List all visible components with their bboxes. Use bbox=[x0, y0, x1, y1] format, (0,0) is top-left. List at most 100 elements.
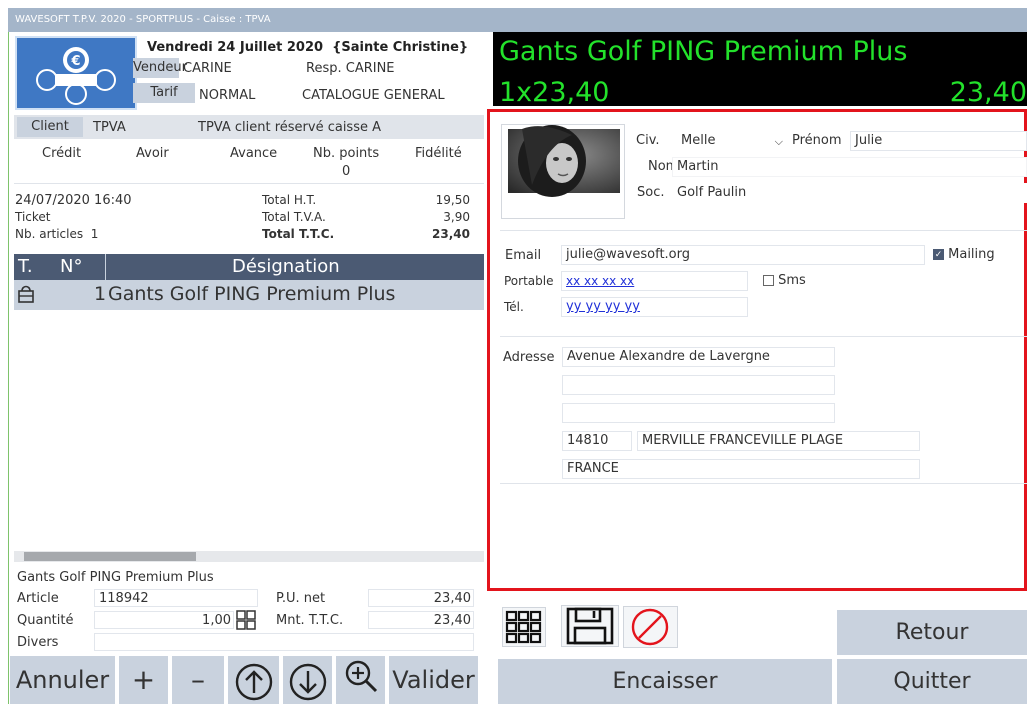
adresse1-field[interactable]: Avenue Alexandre de Lavergne bbox=[562, 347, 835, 367]
prenom-label: Prénom bbox=[792, 133, 842, 148]
vendeur-value[interactable]: CARINE bbox=[183, 61, 232, 76]
keypad-icon[interactable] bbox=[236, 610, 256, 634]
horizontal-scrollbar[interactable] bbox=[14, 551, 484, 562]
catalogue-value: CATALOGUE GENERAL bbox=[302, 88, 445, 103]
civ-label: Civ. bbox=[636, 133, 660, 148]
valider-button[interactable]: Valider bbox=[389, 656, 478, 704]
adresse3-field[interactable] bbox=[562, 403, 835, 423]
points-value: 0 bbox=[342, 164, 351, 179]
checkbox-checked-icon: ✓ bbox=[933, 249, 944, 260]
total-ttc-label: Total T.T.C. bbox=[262, 227, 335, 241]
col-type: T. bbox=[18, 256, 33, 277]
tel-label: Tél. bbox=[504, 300, 524, 314]
current-date: Vendredi 24 Juillet 2020 {Sainte Christi… bbox=[147, 40, 469, 55]
avoir-header: Avoir bbox=[136, 146, 169, 161]
total-ht-value: 19,50 bbox=[435, 193, 470, 207]
arrow-up-button[interactable] bbox=[228, 656, 279, 704]
portrait-photo-icon bbox=[508, 125, 620, 197]
fidelite-header: Fidélité bbox=[415, 146, 462, 161]
grid-view-button[interactable] bbox=[502, 607, 546, 647]
client-label: Client bbox=[17, 117, 83, 137]
resp-label: Resp. CARINE bbox=[306, 61, 395, 76]
ville-field[interactable]: MERVILLE FRANCEVILLE PLAGE bbox=[637, 431, 920, 451]
divider bbox=[14, 183, 484, 184]
detail-designation: Gants Golf PING Premium Plus bbox=[17, 570, 214, 585]
tel-field[interactable]: yy yy yy yy bbox=[561, 297, 748, 317]
minus-button[interactable]: – bbox=[172, 656, 224, 704]
checkbox-icon bbox=[763, 275, 774, 286]
sms-label: Sms bbox=[778, 273, 806, 288]
quitter-button[interactable]: Quitter bbox=[837, 659, 1027, 704]
arrow-down-icon bbox=[289, 663, 326, 701]
zoom-in-icon bbox=[345, 660, 377, 693]
nom-field[interactable]: Martin bbox=[672, 157, 1027, 177]
nb-articles: Nb. articles 1 bbox=[15, 227, 99, 241]
grid-header: T. N° Désignation bbox=[14, 254, 484, 280]
total-tva-value: 3,90 bbox=[443, 210, 470, 224]
divider bbox=[500, 483, 1027, 484]
row-num: 1 bbox=[94, 283, 107, 305]
pays-field[interactable]: FRANCE bbox=[562, 459, 920, 479]
adresse-label: Adresse bbox=[503, 350, 555, 365]
divider bbox=[500, 336, 1027, 337]
article-label: Article bbox=[17, 591, 59, 606]
arrow-up-icon bbox=[235, 663, 272, 701]
zoom-button[interactable] bbox=[336, 656, 385, 704]
arrow-down-button[interactable] bbox=[283, 656, 332, 704]
civ-value: Melle bbox=[681, 133, 716, 148]
col-divider bbox=[105, 254, 106, 280]
tarif-value[interactable]: NORMAL bbox=[199, 88, 255, 103]
client-code[interactable]: TPVA bbox=[93, 120, 126, 135]
qty-field[interactable]: 1,00 bbox=[94, 611, 234, 629]
soc-label: Soc. bbox=[637, 185, 665, 200]
encaisser-button[interactable]: Encaisser bbox=[498, 659, 832, 704]
annuler-button[interactable]: Annuler bbox=[10, 656, 115, 704]
qty-label: Quantité bbox=[17, 613, 74, 628]
table-row[interactable]: 1 Gants Golf PING Premium Plus bbox=[14, 280, 484, 310]
article-field[interactable]: 118942 bbox=[94, 589, 258, 607]
total-ht-label: Total H.T. bbox=[262, 193, 317, 207]
pu-label: P.U. net bbox=[276, 591, 326, 606]
client-desc: TPVA client réservé caisse A bbox=[198, 120, 381, 135]
civ-select[interactable]: Melle ⌵ bbox=[676, 131, 786, 151]
display-product: Gants Golf PING Premium Plus bbox=[499, 36, 908, 67]
divider bbox=[500, 230, 1027, 231]
avance-header: Avance bbox=[230, 146, 278, 161]
email-label: Email bbox=[505, 248, 542, 263]
credit-header: Crédit bbox=[42, 146, 82, 161]
divers-field[interactable] bbox=[94, 633, 474, 651]
prenom-field[interactable]: Julie bbox=[850, 131, 1027, 151]
email-field[interactable]: julie@wavesoft.org bbox=[561, 245, 925, 265]
left-border bbox=[8, 32, 9, 704]
svg-text:€: € bbox=[70, 54, 80, 69]
portable-field[interactable]: xx xx xx xx bbox=[561, 271, 748, 291]
mnt-field[interactable]: 23,40 bbox=[368, 611, 474, 629]
col-designation: Désignation bbox=[232, 256, 340, 277]
pu-field[interactable]: 23,40 bbox=[368, 589, 474, 607]
sms-checkbox[interactable]: Sms bbox=[763, 273, 806, 288]
mailing-label: Mailing bbox=[948, 247, 995, 262]
cancel-card-button[interactable] bbox=[623, 606, 678, 648]
soc-field[interactable]: Golf Paulin bbox=[672, 183, 1027, 203]
save-button[interactable] bbox=[561, 605, 619, 647]
mailing-checkbox[interactable]: ✓ Mailing bbox=[933, 247, 995, 262]
prohibited-icon bbox=[631, 608, 669, 646]
total-ttc-value: 23,40 bbox=[432, 227, 470, 241]
cash-register-logo: € bbox=[15, 36, 137, 110]
col-num: N° bbox=[60, 256, 83, 277]
adresse2-field[interactable] bbox=[562, 375, 835, 395]
display-qty-price: 1x23,40 bbox=[499, 77, 610, 108]
chevron-down-icon: ⌵ bbox=[774, 135, 783, 148]
total-tva-label: Total T.V.A. bbox=[262, 210, 326, 224]
divers-label: Divers bbox=[17, 635, 59, 650]
points-header: Nb. points bbox=[313, 146, 380, 161]
grid-icon bbox=[505, 610, 542, 644]
plus-button[interactable]: + bbox=[119, 656, 168, 704]
retour-button[interactable]: Retour bbox=[837, 610, 1027, 655]
cp-field[interactable]: 14810 bbox=[562, 431, 632, 451]
display-amount: 23,40 bbox=[949, 77, 1027, 108]
ticket-type: Ticket bbox=[15, 210, 51, 224]
basket-icon bbox=[17, 284, 35, 309]
window-title: WAVESOFT T.P.V. 2020 - SPORTPLUS - Caiss… bbox=[8, 8, 1027, 32]
scrollbar-thumb[interactable] bbox=[24, 552, 196, 561]
